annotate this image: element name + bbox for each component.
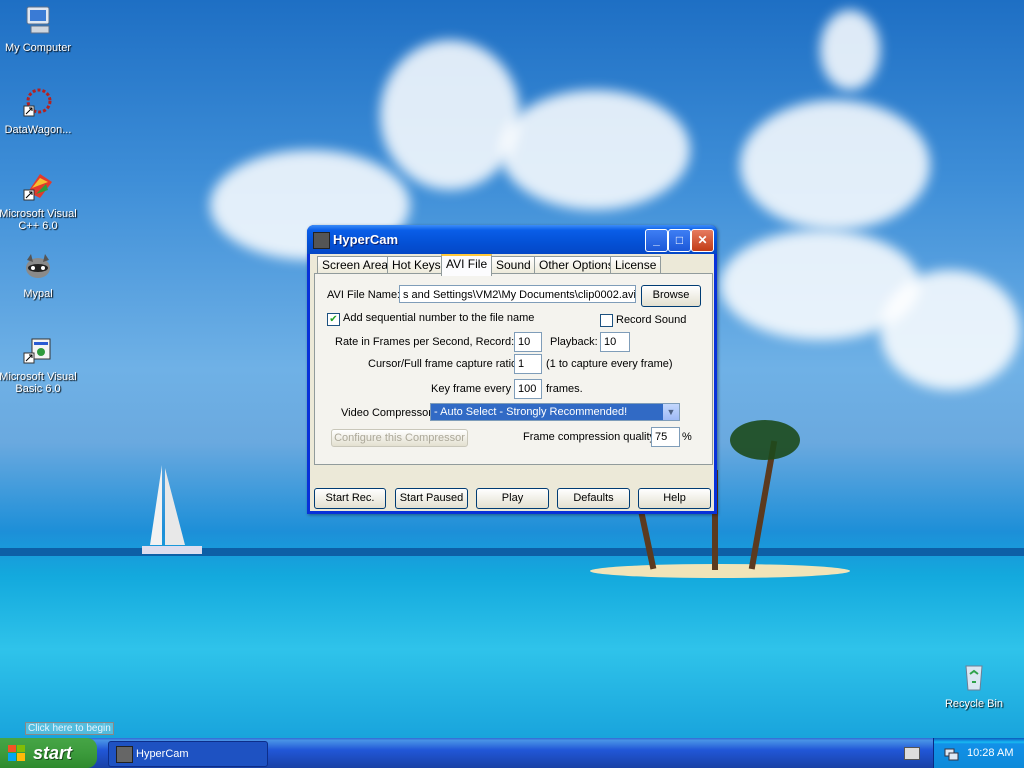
key-frame-unit: frames. xyxy=(546,383,583,395)
island xyxy=(590,564,850,578)
play-button[interactable]: Play xyxy=(476,488,549,509)
desktop-icon-my-computer[interactable]: My Computer xyxy=(0,4,78,54)
cursor-ratio-hint: (1 to capture every frame) xyxy=(546,358,673,370)
minimize-button[interactable]: _ xyxy=(645,229,668,252)
sailboat xyxy=(142,465,202,554)
help-button[interactable]: Help xyxy=(638,488,711,509)
clock[interactable]: 10:28 AM xyxy=(967,738,1013,768)
taskbar-item-hypercam[interactable]: HyperCam xyxy=(108,741,268,767)
hypercam-window: HyperCam _ □ ✕ Screen Area Hot Keys AVI … xyxy=(307,225,717,514)
start-tooltip: Click here to begin xyxy=(25,722,114,735)
close-button[interactable]: ✕ xyxy=(691,229,714,252)
quality-label: Frame compression quality xyxy=(523,431,656,443)
tab-avi-file[interactable]: AVI File xyxy=(441,254,493,276)
avi-file-name-label: AVI File Name: xyxy=(327,289,401,301)
desktop-icon-label: DataWagon... xyxy=(4,124,72,136)
desktop-icon-datawagon[interactable]: DataWagon... xyxy=(0,86,78,136)
desktop-icon-mypal[interactable]: Mypal xyxy=(0,250,78,300)
hypercam-app-icon xyxy=(313,232,330,249)
recycle-bin-icon xyxy=(965,665,983,691)
key-frame-label: Key frame every xyxy=(431,383,512,395)
cloud xyxy=(880,270,1020,390)
browse-button[interactable]: Browse xyxy=(641,285,701,307)
windows-logo-icon xyxy=(8,745,25,761)
quality-unit: % xyxy=(682,431,692,443)
visual-basic-icon xyxy=(23,338,51,364)
start-paused-button[interactable]: Start Paused xyxy=(395,488,468,509)
desktop-icon-label: My Computer xyxy=(4,42,72,54)
start-button[interactable]: start xyxy=(0,738,97,768)
my-computer-icon xyxy=(26,6,50,34)
mypal-icon xyxy=(26,254,50,278)
taskbar-item-label: HyperCam xyxy=(136,748,189,760)
cloud xyxy=(380,40,520,190)
defaults-button[interactable]: Defaults xyxy=(557,488,630,509)
key-frame-input[interactable]: 100 xyxy=(514,379,542,399)
taskbar: start HyperCam 10:28 AM xyxy=(0,738,1024,768)
rate-label: Rate in Frames per Second, Record: xyxy=(335,336,515,348)
desktop-icon-label: Recycle Bin xyxy=(944,698,1004,710)
desktop-icon-label: Mypal xyxy=(23,288,53,300)
avi-file-panel: AVI File Name: s and Settings\VM2\My Doc… xyxy=(314,273,713,465)
record-rate-input[interactable]: 10 xyxy=(514,332,542,352)
desktop-icon-label: Microsoft Visual C++ 6.0 xyxy=(0,208,77,232)
tab-sound[interactable]: Sound xyxy=(491,256,536,274)
cloud xyxy=(820,10,880,90)
window-client: Screen Area Hot Keys AVI File Sound Othe… xyxy=(310,254,714,511)
video-compressor-label: Video Compressor: xyxy=(341,407,435,419)
playback-rate-input[interactable]: 10 xyxy=(600,332,630,352)
desktop-icon-label: Microsoft Visual Basic 6.0 xyxy=(0,371,77,395)
chevron-down-icon[interactable]: ▼ xyxy=(663,404,679,420)
desktop-icon-recycle-bin[interactable]: Recycle Bin xyxy=(934,660,1014,710)
add-sequential-label: Add sequential number to the file name xyxy=(343,312,535,324)
desktop-icon-visual-basic[interactable]: Microsoft Visual Basic 6.0 xyxy=(0,333,78,395)
add-sequential-checkbox[interactable]: ✔ xyxy=(327,313,340,326)
palm-leaves xyxy=(730,420,800,460)
configure-compressor-button[interactable]: Configure this Compressor xyxy=(331,429,468,447)
network-icon[interactable] xyxy=(944,746,959,761)
start-label: start xyxy=(33,743,73,763)
keyboard-icon[interactable] xyxy=(904,747,920,760)
desktop-icon-visual-cpp[interactable]: Microsoft Visual C++ 6.0 xyxy=(0,170,78,232)
cloud xyxy=(740,100,930,230)
start-rec-button[interactable]: Start Rec. xyxy=(314,488,386,509)
video-compressor-select[interactable]: - Auto Select - Strongly Recommended! ▼ xyxy=(430,403,680,421)
close-icon: ✕ xyxy=(697,233,708,247)
tab-hot-keys[interactable]: Hot Keys xyxy=(387,256,446,274)
record-sound-checkbox[interactable] xyxy=(600,314,613,327)
hypercam-taskbar-icon xyxy=(116,746,133,763)
cursor-ratio-input[interactable]: 1 xyxy=(514,354,542,374)
maximize-button[interactable]: □ xyxy=(668,229,691,252)
avi-file-name-input[interactable]: s and Settings\VM2\My Documents\clip0002… xyxy=(399,285,636,303)
playback-label: Playback: xyxy=(550,336,598,348)
visual-cpp-icon xyxy=(23,174,52,201)
tab-screen-area[interactable]: Screen Area xyxy=(317,256,394,274)
datawagon-icon xyxy=(23,88,52,117)
video-compressor-value: - Auto Select - Strongly Recommended! xyxy=(434,406,628,418)
cursor-ratio-label: Cursor/Full frame capture ratio xyxy=(368,358,518,370)
title-bar[interactable]: HyperCam _ □ ✕ xyxy=(307,225,717,254)
record-sound-label: Record Sound xyxy=(616,314,687,326)
maximize-icon: □ xyxy=(675,233,684,247)
quality-input[interactable]: 75 xyxy=(651,427,680,447)
tab-license[interactable]: License xyxy=(610,256,662,274)
minimize-icon: _ xyxy=(653,233,660,247)
window-title: HyperCam xyxy=(333,232,399,247)
system-tray: 10:28 AM xyxy=(933,738,1024,768)
cloud xyxy=(500,90,690,210)
tab-other-options[interactable]: Other Options xyxy=(534,256,619,274)
